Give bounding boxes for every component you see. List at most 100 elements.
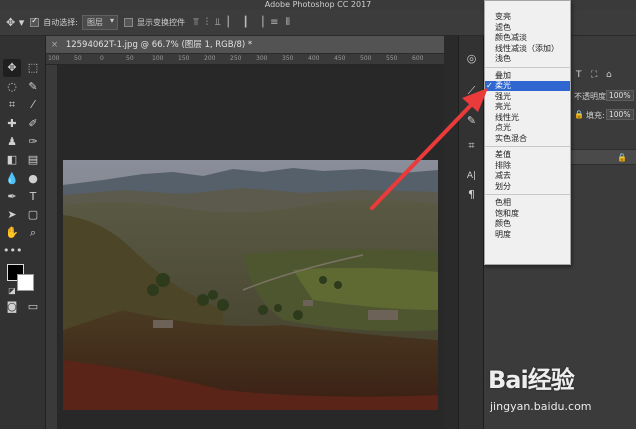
color-panel-icon[interactable]: ◎ — [463, 50, 480, 67]
auto-select-dropdown[interactable]: 图层 — [81, 15, 118, 30]
ruler-tick: 350 — [282, 55, 294, 62]
auto-select-group: 自动选择: 图层 — [30, 15, 118, 30]
gradient-icon[interactable]: ▤ — [24, 151, 42, 169]
ruler-tick: 100 — [48, 55, 60, 62]
blend-mode-item[interactable]: 减去 — [485, 171, 570, 181]
opacity-input[interactable]: 100% — [606, 90, 634, 101]
blend-mode-item[interactable]: 颜色减淡 — [485, 33, 570, 43]
blur-icon[interactable]: 💧 — [3, 170, 21, 188]
quick-select-icon[interactable]: ✎ — [24, 78, 42, 96]
ruler-tick: 50 — [126, 55, 134, 62]
blend-mode-item[interactable]: 颜色 — [485, 219, 570, 229]
blend-mode-item[interactable]: 滤色 — [485, 23, 570, 33]
blend-mode-item[interactable]: 差值 — [485, 150, 570, 160]
show-transform-checkbox[interactable] — [123, 18, 133, 27]
check-icon: ✓ — [486, 81, 493, 90]
vertical-ruler — [46, 65, 58, 429]
character-panel-icon[interactable]: A| — [463, 168, 480, 185]
ruler-tick: 150 — [178, 55, 190, 62]
lasso-icon[interactable]: ◌ — [3, 78, 21, 96]
quick-mask-icon[interactable]: ◙ — [3, 298, 21, 316]
blend-mode-item[interactable]: 叠加 — [485, 71, 570, 81]
blend-mode-item[interactable]: ✓ 柔光 — [485, 81, 570, 91]
ruler-tick: 0 — [100, 55, 104, 62]
move-icon[interactable]: ✥ — [3, 59, 21, 77]
auto-select-checkbox[interactable] — [30, 16, 40, 27]
filter-smart-icon[interactable]: ⌂ — [606, 70, 612, 80]
shape-icon[interactable]: ▢ — [24, 206, 42, 224]
ruler-tick: 450 — [334, 55, 346, 62]
distribute-h-icon[interactable]: ⦀ — [286, 17, 290, 28]
align-bottom-icon[interactable]: ⫫ — [215, 17, 221, 28]
align-right-icon[interactable]: ▕ — [255, 17, 263, 28]
blend-mode-item[interactable]: 强光 — [485, 92, 570, 102]
zoom-icon[interactable]: ⌕ — [24, 224, 42, 242]
dodge-icon[interactable]: ● — [24, 170, 42, 188]
blend-mode-item[interactable]: 划分 — [485, 182, 570, 192]
filter-shape-icon[interactable]: ⛶ — [591, 70, 597, 80]
more-tools-icon[interactable]: ••• — [3, 242, 22, 260]
show-transform-group: 显示变换控件 — [123, 17, 185, 28]
align-top-icon[interactable]: ⫪ — [193, 17, 199, 28]
stamp-icon[interactable]: ♟ — [3, 133, 21, 151]
layer-lock-icon: 🔒 — [617, 153, 627, 162]
crop-icon[interactable]: ⌗ — [3, 96, 21, 114]
baidu-watermark: Bai经验 jingyan.baidu.com — [488, 360, 636, 420]
filter-type-icon[interactable]: T — [576, 70, 582, 80]
fill-input[interactable]: 100% — [606, 109, 634, 120]
crop-panel-icon[interactable]: ⌗ — [463, 137, 480, 154]
auto-select-label: 自动选择: — [43, 18, 78, 27]
horizontal-ruler: 100 50 0 50 100 150 200 250 300 350 400 … — [46, 54, 444, 65]
eyedropper-icon[interactable]: ⁄ — [24, 96, 42, 114]
photoshop-window: Adobe Photoshop CC 2017 ✥ ▾ 自动选择: 图层 显示变… — [0, 0, 636, 429]
ruler-tick: 250 — [230, 55, 242, 62]
blend-mode-label: 柔光 — [495, 81, 511, 90]
close-tab-icon[interactable]: × — [51, 40, 58, 50]
healing-icon[interactable]: ✚ — [3, 115, 21, 133]
blend-mode-item[interactable]: 色相 — [485, 198, 570, 208]
align-left-icon[interactable]: ▏ — [228, 17, 236, 28]
ruler-tick: 600 — [412, 55, 424, 62]
blend-mode-item[interactable]: 饱和度 — [485, 209, 570, 219]
align-middle-icon[interactable]: ⫶ — [206, 17, 209, 28]
window-title: Adobe Photoshop CC 2017 — [264, 0, 372, 9]
blend-mode-item[interactable]: 实色混合 — [485, 134, 570, 144]
blend-mode-item[interactable]: 线性减淡（添加） — [485, 44, 570, 54]
type-icon[interactable]: T — [24, 188, 42, 206]
distribute-icon[interactable]: ≡ — [270, 17, 278, 28]
show-transform-label: 显示变换控件 — [136, 18, 185, 27]
move-tool-preset-icon[interactable]: ✥ ▾ — [6, 16, 24, 29]
brush-icon[interactable]: ✐ — [24, 115, 42, 133]
ruler-tick: 550 — [386, 55, 398, 62]
screen-mode-icon[interactable]: ▭ — [24, 298, 42, 316]
path-select-icon[interactable]: ➤ — [3, 206, 21, 224]
lock-icon[interactable]: 🔒 — [574, 110, 584, 119]
adjustments-panel-icon[interactable]: ⟋ — [463, 82, 480, 99]
menu-separator — [485, 194, 570, 195]
history-brush-icon[interactable]: ✑ — [24, 133, 42, 151]
brush-panel-icon[interactable]: ✎ — [463, 112, 480, 129]
menu-separator — [485, 66, 570, 68]
paragraph-panel-icon[interactable]: ¶ — [463, 186, 480, 203]
blend-mode-menu: 变亮 滤色 颜色减淡 线性减淡（添加） 浅色 叠加 ✓ 柔光 强光 亮光 线性光 点光 实色混合 差值 排除… — [484, 0, 571, 265]
ruler-tick: 400 — [308, 55, 320, 62]
align-center-icon[interactable]: ┃ — [242, 17, 248, 28]
blend-mode-item[interactable]: 变亮 — [485, 12, 570, 22]
marquee-icon[interactable]: ⬚ — [24, 59, 42, 77]
pen-icon[interactable]: ✒ — [3, 188, 21, 206]
eraser-icon[interactable]: ◧ — [3, 151, 21, 169]
blend-mode-item[interactable]: 亮光 — [485, 102, 570, 112]
blend-mode-item[interactable]: 点光 — [485, 123, 570, 133]
ruler-tick: 300 — [256, 55, 268, 62]
blend-mode-item[interactable]: 线性光 — [485, 113, 570, 123]
blend-mode-item[interactable]: 明度 — [485, 230, 570, 240]
document-tab[interactable]: × 12594062T-1.jpg @ 66.7% (图层 1, RGB/8) … — [46, 36, 444, 54]
ruler-tick: 100 — [152, 55, 164, 62]
hand-icon[interactable]: ✋ — [3, 224, 21, 242]
panel-collapse-strip[interactable] — [444, 36, 458, 429]
blend-mode-item[interactable]: 排除 — [485, 161, 570, 171]
landscape-photo[interactable] — [63, 160, 438, 410]
blend-mode-item[interactable]: 浅色 — [485, 54, 570, 64]
fill-label: 填充: — [586, 111, 605, 120]
ruler-tick: 500 — [360, 55, 372, 62]
